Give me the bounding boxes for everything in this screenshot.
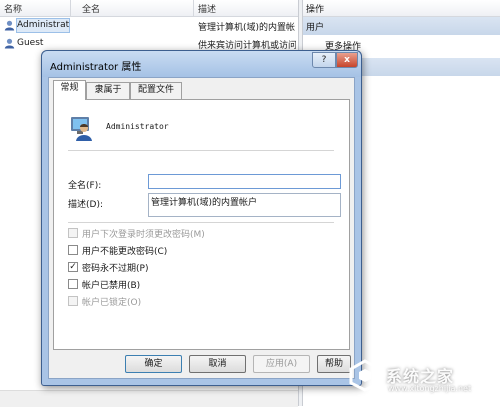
column-header-description[interactable]: 描述 [198,2,216,15]
checkbox-label: 帐户已禁用(B) [82,281,141,291]
checkbox-box[interactable] [68,245,78,255]
checkbox-label: 用户不能更改密码(C) [82,247,168,257]
row-name: Administrat... [17,20,69,30]
description-field[interactable]: 管理计算机(域)的内置帐户 [148,193,341,217]
watermark: 系统之家 www.xitongzhijia.net [340,352,498,398]
row-description: 管理计算机(域)的内置帐 [198,23,296,33]
checkbox-label: 用户下次登录时须更改密码(M) [82,230,205,240]
actions-group-users[interactable]: 用户 [303,17,500,35]
ok-button[interactable]: 确定 [125,355,182,373]
general-tab-panel: Administrator 全名(F): 描述(D): 管理计算机(域)的内置帐… [53,99,350,350]
dialog-titlebar[interactable]: Administrator 属性 ? x [42,51,361,77]
column-header-name[interactable]: 名称 [4,2,22,15]
horizontal-scrollbar[interactable] [0,390,298,407]
close-button[interactable]: x [336,52,358,68]
checkbox-box[interactable] [68,228,78,238]
tab-general[interactable]: 常规 [53,80,86,100]
column-divider[interactable] [70,0,71,16]
checkbox-box[interactable] [68,279,78,289]
separator [68,150,334,151]
full-name-field[interactable] [148,174,341,189]
user-name-label: Administrator [106,122,169,131]
full-name-label: 全名(F): [68,181,102,191]
cancel-button[interactable]: 取消 [189,355,246,373]
checkbox-label: 帐户已锁定(O) [82,298,142,308]
row-name: Guest [17,38,44,48]
table-row[interactable]: Administrat... 管理计算机(域)的内置帐 [0,18,300,34]
actions-header-label: 操作 [306,5,325,15]
dialog-client-area: 常规 隶属于 配置文件 Administrator 全名(F): 描述(D): … [48,77,355,379]
dialog-title: Administrator 属性 [50,62,142,73]
checkbox-box-checked[interactable]: ✓ [68,262,78,272]
user-icon [4,20,15,31]
column-header-fullname[interactable]: 全名 [82,2,100,15]
list-header: 名称 全名 描述 [0,0,300,17]
user-avatar-icon [71,117,92,141]
separator [68,222,334,223]
actions-group-label: 用户 [306,23,325,33]
watermark-logo-icon [349,359,381,392]
tab-member-of[interactable]: 隶属于 [86,82,130,99]
checkbox-label: 密码永不过期(P) [82,264,149,274]
help-title-button[interactable]: ? [312,52,336,68]
apply-button[interactable]: 应用(A) [253,355,310,373]
properties-dialog: Administrator 属性 ? x 常规 隶属于 配置文件 Adminis… [41,50,362,386]
description-label: 描述(D): [68,200,103,210]
user-icon [4,38,15,49]
checkbox-box[interactable] [68,296,78,306]
tab-profile[interactable]: 配置文件 [130,82,182,99]
watermark-url: www.xitongzhijia.net [388,384,472,393]
actions-header: 操作 [303,0,500,17]
column-divider[interactable] [193,0,194,16]
